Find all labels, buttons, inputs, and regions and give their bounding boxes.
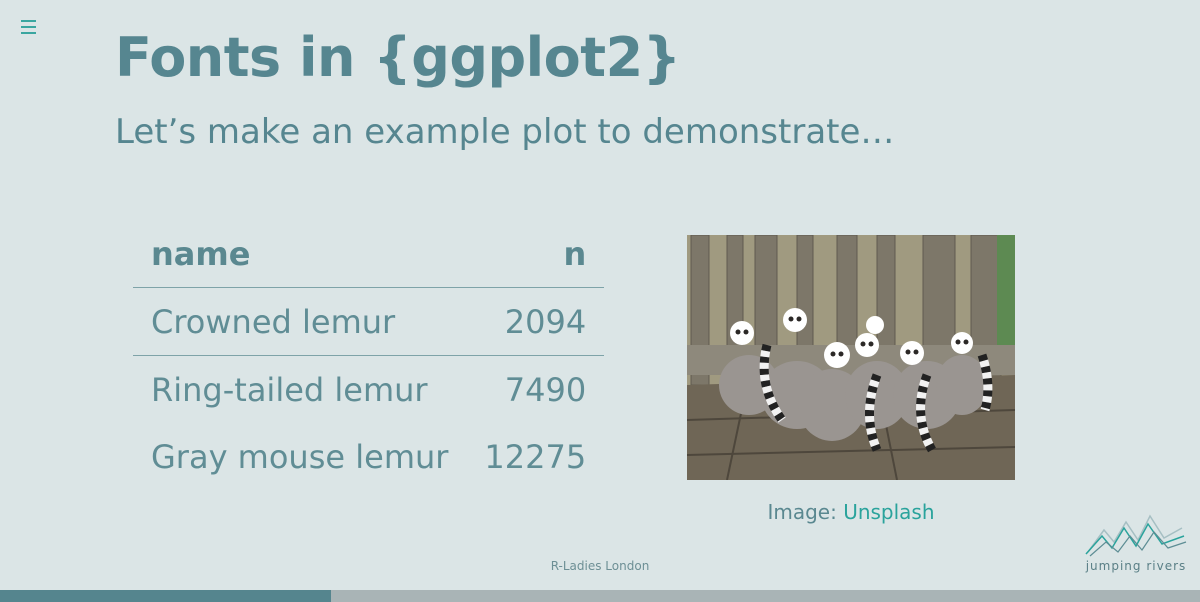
slide-footer: R-Ladies London (550, 559, 650, 573)
table-row: Gray mouse lemur 12275 (133, 423, 604, 490)
table-cell-n: 7490 (504, 370, 587, 409)
logo-text: jumping rivers (1085, 559, 1187, 573)
image-caption-prefix: Image: (767, 500, 837, 524)
table-cell-name: Crowned lemur (151, 302, 396, 341)
table-cell-name: Gray mouse lemur (151, 437, 449, 476)
slide-title: Fonts in {ggplot2} (115, 26, 681, 89)
table-row: Crowned lemur 2094 (133, 288, 605, 356)
table-cell-name: Ring-tailed lemur (151, 370, 428, 409)
lemur-table: name n Crowned lemur 2094 Ring-tailed le… (133, 220, 605, 490)
unsplash-link[interactable]: Unsplash (843, 500, 934, 524)
column-header-name: name (151, 234, 251, 273)
table-header-row: name n (133, 220, 605, 288)
menu-icon[interactable] (18, 16, 40, 38)
table-cell-n: 2094 (504, 302, 587, 341)
lemur-photo (686, 234, 1016, 481)
table-cell-n: 12275 (484, 437, 587, 476)
slide-subtitle: Let’s make an example plot to demonstrat… (115, 112, 895, 152)
jumping-rivers-logo: jumping rivers (1084, 508, 1188, 578)
slide-progress-fill (0, 590, 332, 602)
mountains-icon (1085, 514, 1187, 557)
column-header-n: n (563, 234, 587, 273)
table-row: Ring-tailed lemur 7490 (133, 356, 604, 424)
slide-progress-bar (0, 590, 1200, 602)
image-caption: Image: Unsplash (687, 500, 1015, 524)
